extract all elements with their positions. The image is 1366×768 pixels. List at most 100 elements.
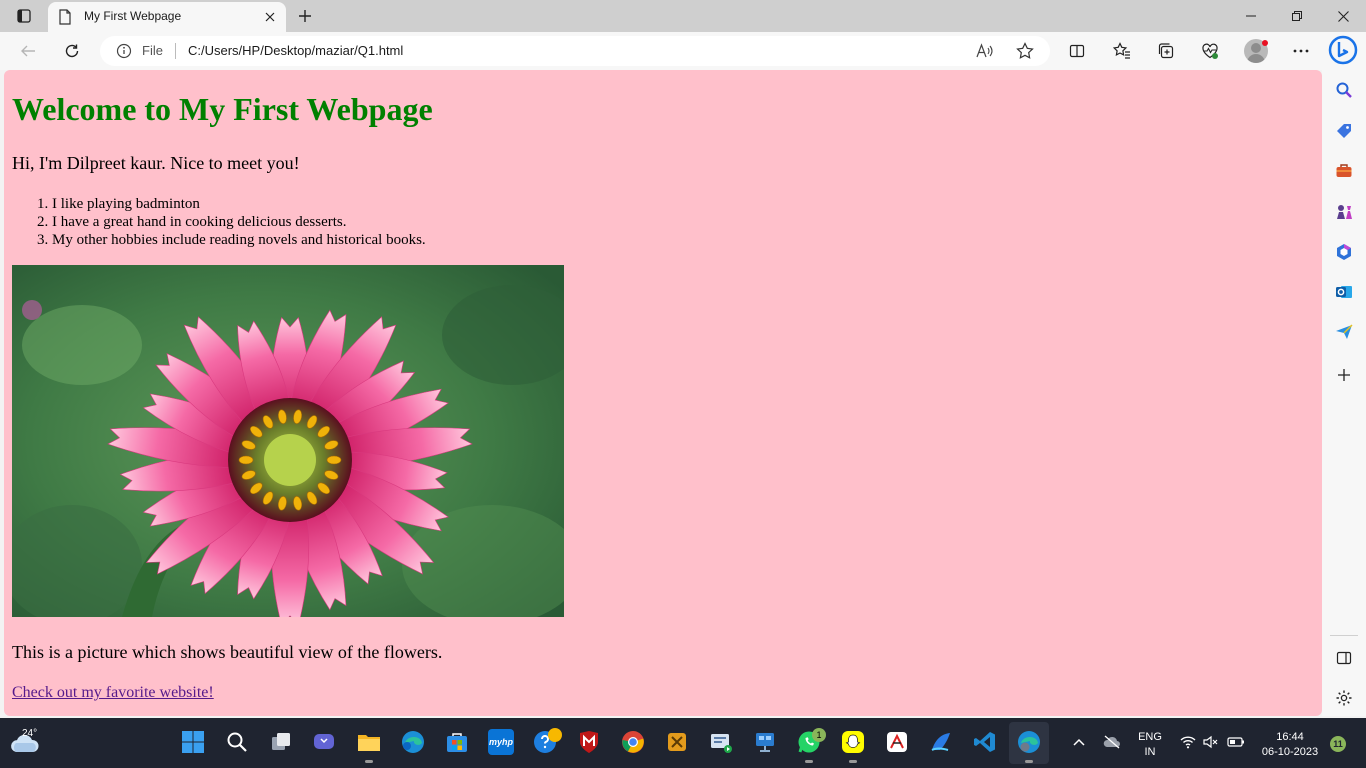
url-text[interactable]: C:/Users/HP/Desktop/maziar/Q1.html bbox=[188, 43, 403, 58]
avatar-body-shape bbox=[1247, 54, 1265, 63]
sidebar-games-button[interactable] bbox=[1332, 200, 1356, 224]
list-item: I have a great hand in cooking delicious… bbox=[52, 213, 426, 231]
snapchat-icon bbox=[842, 731, 864, 753]
edge-icon bbox=[1018, 731, 1040, 753]
edge-browser-button[interactable] bbox=[400, 729, 426, 755]
fin-app-button[interactable] bbox=[928, 729, 954, 755]
read-aloud-icon[interactable] bbox=[976, 43, 994, 59]
sidebar-tools-button[interactable] bbox=[1332, 159, 1356, 183]
favorites-icon bbox=[1113, 42, 1130, 59]
video-chat-icon bbox=[314, 734, 334, 749]
search-button[interactable] bbox=[224, 729, 250, 755]
close-icon bbox=[265, 12, 275, 22]
myhp-label: myhp bbox=[488, 737, 513, 747]
close-window-button[interactable] bbox=[1320, 0, 1366, 32]
edge-sidebar bbox=[1322, 70, 1366, 716]
office-icon bbox=[1337, 244, 1351, 260]
browser-toolbar: File C:/Users/HP/Desktop/maziar/Q1.html bbox=[0, 32, 1366, 70]
media-app-button[interactable] bbox=[708, 729, 734, 755]
task-view-button[interactable] bbox=[268, 729, 294, 755]
sidebar-shopping-button[interactable] bbox=[1332, 119, 1356, 143]
split-screen-button[interactable] bbox=[1063, 38, 1091, 64]
sidebar-drop-button[interactable] bbox=[1332, 320, 1356, 344]
sidebar-add-button[interactable] bbox=[1332, 363, 1356, 387]
start-button[interactable] bbox=[180, 729, 206, 755]
language-indicator[interactable]: ENG IN bbox=[1136, 730, 1164, 760]
info-icon[interactable] bbox=[116, 43, 132, 59]
browser-essentials-button[interactable] bbox=[1196, 38, 1224, 64]
folder-icon bbox=[358, 735, 380, 751]
battery-icon[interactable] bbox=[1227, 735, 1245, 749]
list-item: My other hobbies include reading novels … bbox=[52, 231, 426, 249]
tools-app-button[interactable] bbox=[664, 729, 690, 755]
new-tab-button[interactable] bbox=[294, 5, 316, 27]
edge-icon bbox=[402, 731, 424, 753]
minimize-button[interactable] bbox=[1228, 0, 1274, 32]
network-icon bbox=[756, 733, 774, 752]
sidebar-outlook-button[interactable] bbox=[1332, 280, 1356, 304]
tab-actions-button[interactable] bbox=[10, 5, 38, 27]
collections-button[interactable] bbox=[1152, 38, 1180, 64]
file-explorer-button[interactable] bbox=[356, 729, 382, 763]
remote-app-button[interactable] bbox=[752, 729, 778, 755]
microsoft-store-button[interactable] bbox=[444, 729, 470, 755]
store-icon bbox=[447, 733, 467, 752]
onedrive-offline-icon[interactable] bbox=[1103, 735, 1121, 749]
back-button[interactable] bbox=[14, 38, 42, 64]
snapchat-button[interactable] bbox=[840, 729, 866, 763]
tab-title: My First Webpage bbox=[84, 9, 182, 23]
tab-strip: My First Webpage bbox=[0, 0, 1366, 32]
windows-logo-icon bbox=[182, 731, 204, 753]
send-icon bbox=[1336, 324, 1353, 339]
sidebar-search-button[interactable] bbox=[1332, 78, 1356, 102]
tools-icon bbox=[668, 733, 686, 751]
sidebar-office-button[interactable] bbox=[1332, 240, 1356, 264]
plus-icon bbox=[299, 10, 311, 22]
restore-icon bbox=[1292, 11, 1302, 21]
clock-date: 06-10-2023 bbox=[1261, 746, 1319, 758]
refresh-button[interactable] bbox=[58, 38, 86, 64]
vscode-button[interactable] bbox=[972, 729, 998, 755]
sidebar-settings-button[interactable] bbox=[1332, 686, 1356, 710]
clock-time: 16:44 bbox=[1276, 731, 1304, 743]
search-icon bbox=[1336, 82, 1352, 98]
page-heading: Welcome to My First Webpage bbox=[12, 91, 433, 127]
show-hidden-icons-icon[interactable] bbox=[1072, 735, 1086, 749]
minimize-icon bbox=[1246, 15, 1256, 17]
favorite-website-link[interactable]: Check out my favorite website! bbox=[12, 684, 214, 702]
sidebar-toggle-icon bbox=[1336, 651, 1352, 665]
wifi-icon[interactable] bbox=[1180, 735, 1196, 749]
flower-stamen bbox=[238, 455, 254, 465]
copilot-icon[interactable] bbox=[1328, 35, 1358, 65]
address-bar[interactable]: File C:/Users/HP/Desktop/maziar/Q1.html bbox=[100, 36, 1050, 66]
settings-more-button[interactable] bbox=[1287, 38, 1315, 64]
app-button[interactable] bbox=[884, 729, 910, 755]
address-separator bbox=[175, 43, 176, 59]
close-tab-button[interactable] bbox=[262, 9, 278, 25]
myhp-button[interactable]: myhp bbox=[488, 729, 514, 755]
meet-button[interactable] bbox=[311, 729, 337, 755]
favorites-button[interactable] bbox=[1108, 38, 1136, 64]
vscode-icon bbox=[974, 732, 995, 752]
chrome-icon bbox=[622, 731, 644, 753]
shield-m-icon bbox=[580, 731, 598, 753]
profile-notification-dot bbox=[1262, 40, 1268, 46]
list-item: I like playing badminton bbox=[52, 195, 426, 213]
image-caption: This is a picture which shows beautiful … bbox=[12, 642, 443, 662]
mcafee-button[interactable] bbox=[576, 729, 602, 755]
restore-button[interactable] bbox=[1274, 0, 1320, 32]
system-clock[interactable]: 16:44 06-10-2023 bbox=[1255, 730, 1325, 760]
page-viewport: Welcome to My First Webpage Hi, I'm Dilp… bbox=[4, 70, 1322, 716]
edge-active-button[interactable] bbox=[1016, 729, 1042, 763]
app-icon bbox=[887, 732, 907, 752]
language-code: ENG bbox=[1138, 731, 1162, 743]
volume-muted-icon[interactable] bbox=[1203, 735, 1219, 749]
favorite-star-icon[interactable] bbox=[1016, 42, 1034, 60]
flower-image bbox=[12, 265, 564, 617]
notification-badge[interactable]: 11 bbox=[1330, 736, 1346, 752]
protocol-label: File bbox=[142, 43, 163, 58]
chrome-button[interactable] bbox=[620, 729, 646, 755]
help-badge bbox=[548, 728, 562, 742]
sidebar-hide-button[interactable] bbox=[1332, 646, 1356, 670]
active-tab[interactable]: My First Webpage bbox=[48, 2, 286, 32]
